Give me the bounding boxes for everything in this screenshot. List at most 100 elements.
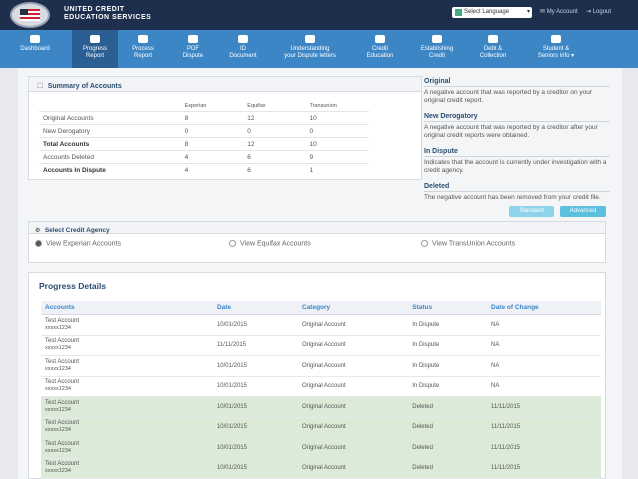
summary-panel: ☐ Summary of Accounts Experian Equifax Tra… (28, 76, 422, 180)
account-cell: Test Account xxxxx1234 (41, 314, 213, 336)
nav-label: Seniors info ▾ (537, 53, 575, 59)
nav-label: Debt & (483, 46, 503, 52)
building-icon (432, 35, 442, 43)
table-row: Test Account xxxxx1234 11/11/2015 Origina… (41, 335, 601, 356)
nav-item-9[interactable]: Student & Seniors info ▾ (524, 30, 588, 68)
summary-row: Accounts In Dispute 4 6 1 (39, 163, 369, 176)
summary-row-label: Original Accounts (39, 111, 181, 125)
nav-item-7[interactable]: Establishing Credit (410, 30, 464, 68)
date-of-change-cell: 11/11/2015 (487, 417, 601, 438)
nav-label: Education (366, 53, 394, 59)
table-row: Test Account xxxxx1234 10/01/2015 Origina… (41, 396, 601, 418)
progress-column-header: Category (298, 301, 409, 315)
category-cell: Original Account (298, 314, 409, 336)
agency-title: Select Credit Agency (44, 227, 110, 234)
summary-cell: 6 (243, 150, 306, 164)
nav-item-6[interactable]: Credit Education (354, 30, 406, 68)
summary-cell: 0 (305, 124, 369, 138)
dollar-icon (488, 35, 498, 43)
status-cell: Deleted (408, 417, 487, 438)
summary-column-header (39, 100, 181, 112)
progress-column-header: Date of Change (487, 301, 601, 315)
summary-column-header: Equifax (247, 102, 266, 109)
nav-item-0[interactable]: Dashboard (8, 30, 62, 68)
date-of-change-cell: NA (487, 376, 601, 397)
summary-title: Summary of Accounts (47, 83, 122, 90)
nav-item-4[interactable]: ID Document (220, 30, 266, 68)
summary-row: Total Accounts 8 12 10 (39, 137, 369, 151)
table-row: Test Account xxxxx1234 10/01/2015 Origina… (41, 376, 601, 397)
status-cell: Deleted (408, 437, 487, 459)
agency-option[interactable]: View TransUnion Accounts (421, 240, 515, 247)
date-of-change-cell: NA (487, 335, 601, 356)
progress-column-header: Date (212, 301, 298, 315)
nav-label: Dispute (182, 53, 204, 59)
nav-label: ID (240, 46, 246, 52)
logout-link[interactable]: ⇥ Logout (586, 8, 611, 15)
progress-table: Accounts Date Category Status Date of Change… (41, 301, 601, 479)
id-icon (238, 35, 248, 43)
table-row: Test Account xxxxx1234 10/01/2015 Origina… (41, 458, 601, 479)
summary-row: New Derogatory 0 0 0 (39, 124, 369, 138)
nav-label: Document (229, 53, 257, 59)
nav-item-1[interactable]: Progress Report (72, 30, 118, 68)
top-bar: UNITED CREDIT EDUCATION SERVICES Select … (0, 0, 638, 30)
account-cell: Test Account xxxxx1234 (41, 437, 213, 459)
nav-item-3[interactable]: PDF Dispute (170, 30, 216, 68)
agency-option[interactable]: View Experian Accounts (35, 240, 121, 247)
nav-label: Credit (428, 53, 445, 59)
table-row: Test Account xxxxx1234 10/01/2015 Origina… (41, 314, 601, 336)
summary-cell: 1 (305, 163, 369, 176)
process-icon (138, 35, 148, 43)
nav-label: PDF (187, 46, 199, 52)
radio-icon (421, 240, 428, 247)
definition-text: Indicates that the account is currently … (424, 159, 607, 174)
nav-label: Process (132, 46, 154, 52)
nav-label: Report (133, 53, 152, 59)
account-cell: Test Account xxxxx1234 (41, 376, 213, 397)
account-cell: Test Account xxxxx1234 (41, 458, 213, 479)
standard-button[interactable]: Standard (509, 206, 554, 217)
definition-term: Deleted (424, 183, 610, 192)
google-translate-icon (455, 9, 462, 16)
definition-text: A negative account that was reported by … (424, 89, 593, 104)
summary-cell: 12 (243, 111, 306, 125)
summary-cell: 4 (180, 163, 244, 176)
my-account-link[interactable]: ✉ My Account (540, 8, 578, 15)
date-cell: 10/01/2015 (212, 376, 298, 397)
date-cell: 11/11/2015 (212, 335, 298, 356)
eagle-logo (10, 2, 50, 28)
list-icon: ☐ (37, 83, 44, 90)
date-cell: 10/01/2015 (212, 396, 298, 418)
summary-cell: 10 (305, 137, 369, 151)
definitions: Original A negative account that was repo… (424, 78, 610, 210)
agency-option[interactable]: View Equifax Accounts (229, 240, 311, 247)
summary-cell: 4 (180, 150, 244, 164)
nav-item-8[interactable]: Debt & Collection (466, 30, 520, 68)
status-cell: In Dispute (408, 355, 487, 377)
summary-cell: 12 (243, 137, 306, 151)
nav-label: Report (85, 53, 104, 59)
main-nav: Dashboard Progress Report Process Report PDF D… (0, 30, 638, 68)
brand-name: UNITED CREDIT EDUCATION SERVICES (64, 6, 152, 21)
summary-row: Original Accounts 8 12 10 (39, 111, 369, 125)
date-cell: 10/01/2015 (212, 417, 298, 438)
summary-row-label: Accounts Deleted (39, 150, 181, 164)
date-cell: 10/01/2015 (212, 437, 298, 459)
category-cell: Original Account (298, 458, 409, 479)
nav-label: Dashboard (20, 46, 50, 52)
advanced-button[interactable]: Advanced (560, 206, 606, 217)
nav-item-5[interactable]: Understanding your Dispute letters (270, 30, 350, 68)
nav-item-2[interactable]: Process Report (120, 30, 166, 68)
table-row: Test Account xxxxx1234 10/01/2015 Origina… (41, 355, 601, 377)
date-of-change-cell: 11/11/2015 (487, 437, 601, 459)
language-select[interactable]: Select Language ▾ (452, 7, 532, 18)
category-cell: Original Account (298, 396, 409, 418)
table-row: Test Account xxxxx1234 10/01/2015 Origina… (41, 417, 601, 438)
radio-icon (229, 240, 236, 247)
progress-header-row: Accounts Date Category Status Date of Change (41, 301, 601, 315)
summary-row-label: Total Accounts (39, 137, 181, 151)
book-icon (305, 35, 315, 43)
date-cell: 10/01/2015 (212, 458, 298, 479)
category-cell: Original Account (298, 355, 409, 377)
